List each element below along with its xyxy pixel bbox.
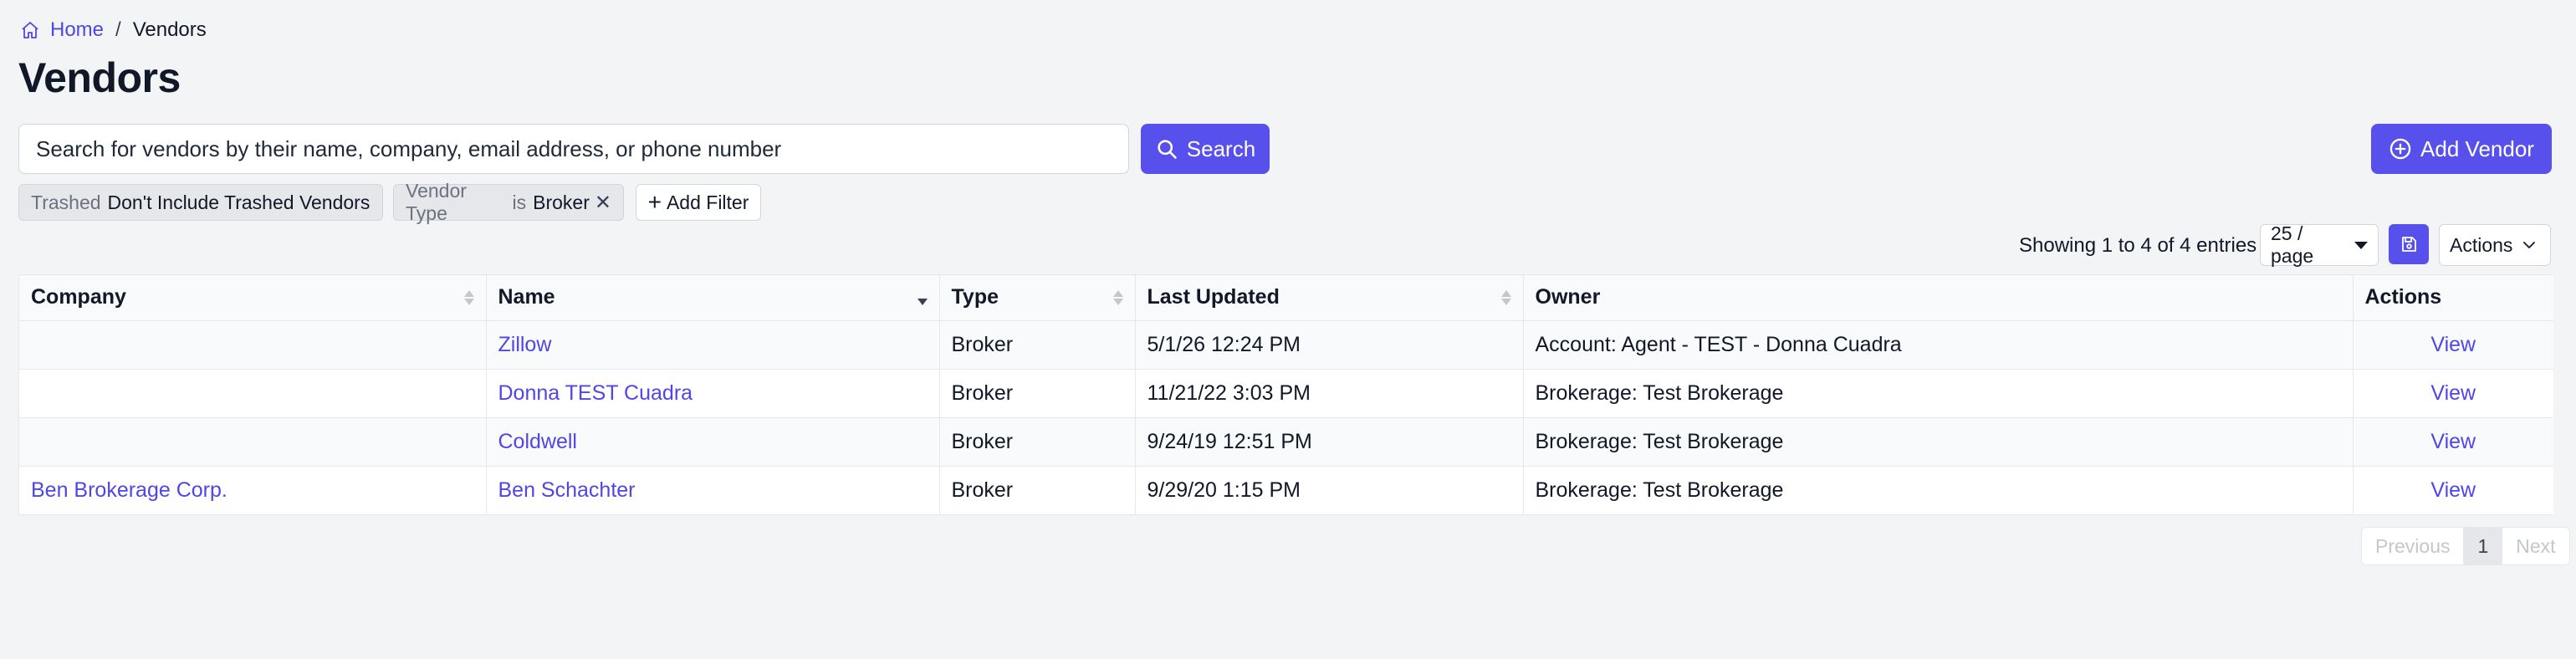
search-button-label: Search <box>1186 135 1256 161</box>
cell-type: Broker <box>939 369 1136 418</box>
column-header-type[interactable]: Type <box>939 275 1136 321</box>
entries-summary: Showing 1 to 4 of 4 entries <box>2019 234 2257 257</box>
column-header-label: Company <box>31 285 126 309</box>
pagination-previous[interactable]: Previous <box>2362 528 2465 564</box>
table-header-row: Company Name Type Last Updated Owner Act… <box>19 275 2553 321</box>
vendor-name-link[interactable]: Zillow <box>498 333 552 356</box>
column-header-label: Type <box>951 285 999 309</box>
cell-company: Ben Brokerage Corp. <box>19 466 487 514</box>
actions-dropdown-label: Actions <box>2450 233 2513 256</box>
view-link[interactable]: View <box>2365 333 2543 357</box>
vendor-name-link[interactable]: Coldwell <box>498 430 577 453</box>
filter-value: Broker <box>533 191 590 213</box>
cell-company <box>19 417 487 467</box>
column-header-actions: Actions <box>2353 275 2553 321</box>
caret-down-icon <box>2354 241 2368 249</box>
add-filter-label: Add Filter <box>666 191 749 213</box>
remove-filter-icon[interactable]: ✕ <box>595 191 611 215</box>
cell-company <box>19 320 487 370</box>
sort-icon <box>1112 289 1123 305</box>
vendors-table: Company Name Type Last Updated Owner Act… <box>18 274 2553 515</box>
page-size-select[interactable]: 25 / page <box>2260 222 2379 267</box>
table-row: Zillow Broker 5/1/26 12:24 PM Account: A… <box>19 320 2553 370</box>
column-header-last-updated[interactable]: Last Updated <box>1135 275 1524 321</box>
column-header-label: Name <box>498 285 555 309</box>
filter-key: Vendor Type <box>406 180 467 224</box>
plus-icon: + <box>647 189 662 215</box>
cell-actions: View <box>2353 417 2553 467</box>
vendor-name-link[interactable]: Donna TEST Cuadra <box>498 381 693 405</box>
breadcrumb-separator: / <box>115 18 121 41</box>
sort-icon <box>1500 289 1511 305</box>
column-header-name[interactable]: Name <box>486 275 940 321</box>
table-row: Ben Brokerage Corp. Ben Schachter Broker… <box>19 466 2553 514</box>
cell-type: Broker <box>939 466 1136 514</box>
sort-icon <box>463 289 474 305</box>
save-view-button[interactable] <box>2389 224 2429 264</box>
column-header-owner: Owner <box>1523 275 2354 321</box>
column-header-label: Last Updated <box>1147 285 1280 309</box>
cell-company <box>19 369 487 418</box>
cell-owner: Account: Agent - TEST - Donna Cuadra <box>1523 320 2354 370</box>
actions-dropdown[interactable]: Actions <box>2439 224 2551 266</box>
save-icon <box>2399 234 2419 254</box>
cell-owner: Brokerage: Test Brokerage <box>1523 417 2354 467</box>
view-link[interactable]: View <box>2365 381 2543 406</box>
filter-operator: is <box>512 191 527 213</box>
cell-last-updated: 9/24/19 12:51 PM <box>1135 417 1524 467</box>
cell-actions: View <box>2353 466 2553 514</box>
cell-name: Donna TEST Cuadra <box>486 369 940 418</box>
plus-circle-icon <box>2389 137 2412 161</box>
cell-type: Broker <box>939 320 1136 370</box>
add-vendor-button[interactable]: Add Vendor <box>2371 124 2552 174</box>
breadcrumb-current: Vendors <box>132 18 207 41</box>
cell-name: Ben Schachter <box>486 466 940 514</box>
column-header-company[interactable]: Company <box>19 275 487 321</box>
column-header-label: Owner <box>1535 285 1601 309</box>
filter-chip-vendor-type[interactable]: Vendor Type is Broker ✕ <box>393 180 624 224</box>
add-vendor-label: Add Vendor <box>2420 135 2534 161</box>
cell-actions: View <box>2353 369 2553 418</box>
filter-value: Don't Include Trashed Vendors <box>107 191 371 213</box>
table-row: Coldwell Broker 9/24/19 12:51 PM Brokera… <box>19 417 2553 467</box>
cell-name: Coldwell <box>486 417 940 467</box>
search-button[interactable]: Search <box>1141 124 1270 174</box>
search-icon <box>1155 137 1178 161</box>
cell-actions: View <box>2353 320 2553 370</box>
pagination-next[interactable]: Next <box>2502 528 2568 564</box>
cell-last-updated: 5/1/26 12:24 PM <box>1135 320 1524 370</box>
cell-last-updated: 9/29/20 1:15 PM <box>1135 466 1524 514</box>
chevron-down-icon <box>2521 237 2538 253</box>
breadcrumb-home-link[interactable]: Home <box>50 18 104 42</box>
view-link[interactable]: View <box>2365 430 2543 454</box>
search-input[interactable] <box>18 124 1129 174</box>
cell-last-updated: 11/21/22 3:03 PM <box>1135 369 1524 418</box>
add-filter-button[interactable]: + Add Filter <box>636 184 761 221</box>
pagination-page[interactable]: 1 <box>2464 528 2503 564</box>
cell-owner: Brokerage: Test Brokerage <box>1523 369 2354 418</box>
sort-desc-icon <box>917 290 928 305</box>
company-link[interactable]: Ben Brokerage Corp. <box>31 478 227 502</box>
filter-chip-trashed[interactable]: Trashed Don't Include Trashed Vendors <box>18 184 383 221</box>
home-icon[interactable] <box>20 20 40 40</box>
cell-type: Broker <box>939 417 1136 467</box>
filter-key: Trashed <box>31 191 101 213</box>
page-size-value: 25 / page <box>2271 222 2314 267</box>
view-link[interactable]: View <box>2365 478 2543 503</box>
page-title: Vendors <box>18 54 181 101</box>
table-row: Donna TEST Cuadra Broker 11/21/22 3:03 P… <box>19 369 2553 418</box>
cell-name: Zillow <box>486 320 940 370</box>
vendor-name-link[interactable]: Ben Schachter <box>498 478 636 502</box>
column-header-label: Actions <box>2364 285 2442 309</box>
breadcrumb: Home / Vendors <box>20 18 207 42</box>
pagination: Previous 1 Next <box>2361 527 2570 565</box>
cell-owner: Brokerage: Test Brokerage <box>1523 466 2354 514</box>
